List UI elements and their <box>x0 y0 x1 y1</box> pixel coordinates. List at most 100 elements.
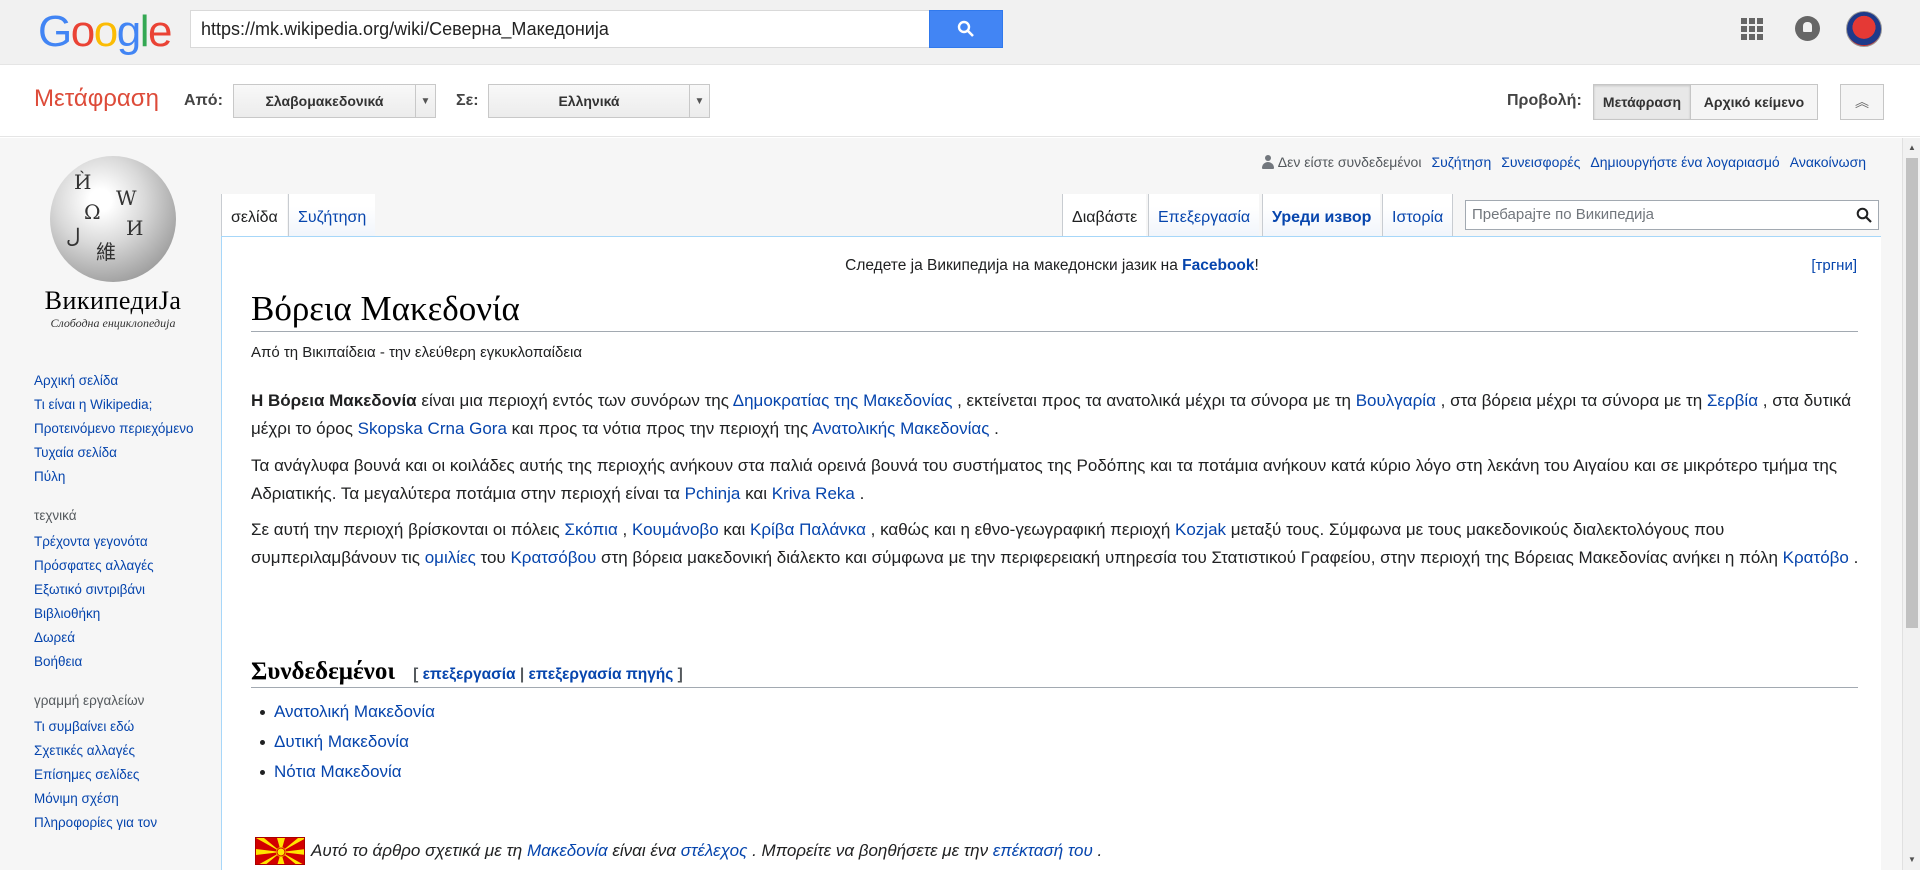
text: και <box>718 520 751 539</box>
paragraph-intro: Η Βόρεια Μακεδονία είναι μια περιοχή εντ… <box>251 387 1861 443</box>
tab-edit-source[interactable]: Уреди извор <box>1262 194 1381 236</box>
sidebar-item-about[interactable]: Τι είναι η Wikipedia; <box>34 396 204 414</box>
link-kriva-reka[interactable]: Kriva Reka <box>772 484 855 503</box>
sidebar-item-special-pages[interactable]: Επίσημες σελίδες <box>34 766 204 784</box>
sidebar-section-heading: γραμμή εργαλείων <box>34 693 145 708</box>
wiki-search-placeholder: Пребарајте по Википедија <box>1472 206 1655 223</box>
personal-contribs-link[interactable]: Συνεισφορές <box>1501 154 1580 170</box>
section-edit-source-link[interactable]: επεξεργασία πηγής <box>529 666 674 683</box>
text: . <box>1092 841 1103 860</box>
search-button[interactable] <box>929 10 1003 48</box>
sidebar-item-main-page[interactable]: Αρχική σελίδα <box>34 372 204 390</box>
from-label: Από: <box>184 92 223 109</box>
text: Σε αυτή την περιοχή βρίσκονται οι πόλεις <box>251 520 565 539</box>
link-east-macedonia-region[interactable]: Ανατολική Μακεδονία <box>274 702 435 721</box>
tab-page[interactable]: σελίδα <box>221 194 287 236</box>
link-republic[interactable]: Δημοκρατίας της Μακεδονίας <box>733 391 953 410</box>
sidebar-item-donate[interactable]: Δωρεά <box>34 629 204 647</box>
scrollbar-thumb[interactable] <box>1906 158 1918 628</box>
account-avatar[interactable] <box>1846 11 1882 47</box>
link-kriva-palanka[interactable]: Κρίβα Παλάνκα <box>750 520 866 539</box>
tab-edit[interactable]: Επεξεργασία <box>1148 194 1260 236</box>
link-kozjak[interactable]: Kozjak <box>1175 520 1226 539</box>
macedonia-flag-icon <box>255 837 305 865</box>
google-logo[interactable]: Google <box>38 8 172 56</box>
wiki-search-input[interactable]: Пребарајте по Википедија <box>1465 200 1879 230</box>
stub-text: Αυτό το άρθρο σχετικά με τη Μακεδονία εί… <box>311 841 1102 861</box>
facebook-link[interactable]: Facebook <box>1182 257 1254 274</box>
sidebar-item-current-events[interactable]: Τρέχοντα γεγονότα <box>34 533 204 551</box>
google-top-bar: Google https://mk.wikipedia.org/wiki/Сев… <box>0 0 1920 65</box>
view-translation-button[interactable]: Μετάφραση <box>1593 84 1691 120</box>
link-serbia[interactable]: Σερβία <box>1707 391 1758 410</box>
link-bulgaria[interactable]: Βουλγαρία <box>1356 391 1436 410</box>
wikipedia-logo[interactable]: Ѝ W Ω И 維 ل ВикипедиЈа Слободна енциклоп… <box>28 156 198 330</box>
site-notice: Следете ја Википедија на македонски јази… <box>222 257 1882 275</box>
text: , καθώς και η εθνο-γεωγραφική περιοχή <box>865 520 1176 539</box>
link-skopska-crna-gora[interactable]: Skopska Crna Gora <box>358 419 507 438</box>
sidebar-item-library[interactable]: Βιβλιοθήκη <box>34 605 204 623</box>
tab-history[interactable]: Ιστορία <box>1382 194 1454 236</box>
tab-talk[interactable]: Συζήτηση <box>288 194 376 236</box>
sidebar-item-random[interactable]: Τυχαία σελίδα <box>34 444 204 462</box>
to-language-value: Ελληνικά <box>558 93 620 109</box>
bracket-open: [ <box>413 666 423 683</box>
chevron-down-icon: ▼ <box>415 85 435 117</box>
link-stub[interactable]: στέλεχος <box>681 841 748 860</box>
text: . <box>989 419 999 438</box>
text: . <box>854 484 865 503</box>
link-pchinja[interactable]: Pchinja <box>685 484 741 503</box>
scroll-up-arrow-icon[interactable]: ▲ <box>1903 140 1920 156</box>
link-south-macedonia-region[interactable]: Νότια Μακεδονία <box>274 762 402 781</box>
site-notice-end: ! <box>1254 257 1259 274</box>
link-west-macedonia-region[interactable]: Δυτική Μακεδονία <box>274 732 409 751</box>
notifications-bell-icon[interactable] <box>1795 16 1820 41</box>
sidebar-item-page-info[interactable]: Πληροφορίες για τον <box>34 814 204 832</box>
sidebar: Αρχική σελίδα Τι είναι η Wikipedia; Προτ… <box>34 372 204 838</box>
link-kratovo[interactable]: Κρατόβο <box>1783 548 1849 567</box>
sidebar-item-related-changes[interactable]: Σχετικές αλλαγές <box>34 742 204 760</box>
hide-notice-link[interactable]: [тргни] <box>1811 257 1857 274</box>
link-east-macedonia[interactable]: Ανατολικής Μακεδονίας <box>812 419 989 438</box>
sidebar-item-portal[interactable]: Πύλη <box>34 468 204 486</box>
link-dialects[interactable]: ομιλίες <box>425 548 476 567</box>
sidebar-item-recent-changes[interactable]: Πρόσφατες αλλαγές <box>34 557 204 575</box>
link-macedonia[interactable]: Μακεδονία <box>527 841 608 860</box>
login-link[interactable]: Ανακοίνωση <box>1790 154 1866 170</box>
text: , στα βόρεια μέχρι τα σύνορα με τη <box>1435 391 1707 410</box>
page-scrollbar[interactable]: ▲ ▼ <box>1902 138 1920 870</box>
text: του <box>475 548 511 567</box>
tab-read[interactable]: Διαβάστε <box>1062 194 1147 236</box>
sidebar-item-featured[interactable]: Προτεινόμενο περιεχόμενο <box>34 420 204 438</box>
scroll-down-arrow-icon[interactable]: ▼ <box>1903 852 1920 868</box>
apps-grid-icon[interactable] <box>1741 18 1763 40</box>
view-label: Προβολή: <box>1507 92 1582 109</box>
related-list: Ανατολική Μακεδονία Δυτική Μακεδονία Νότ… <box>259 697 435 787</box>
site-notice-text: Следете ја Википедија на македонски јази… <box>845 257 1183 274</box>
bracket-close: ] <box>673 666 683 683</box>
to-language-select[interactable]: Ελληνικά ▼ <box>488 84 710 118</box>
chevron-down-icon: ▼ <box>689 85 709 117</box>
sidebar-item-fountain[interactable]: Εξωτικό σιντριβάνι <box>34 581 204 599</box>
link-expand[interactable]: επέκτασή του <box>993 841 1093 860</box>
personal-talk-link[interactable]: Συζήτηση <box>1431 154 1491 170</box>
collapse-chevron-up-icon[interactable]: ︽ <box>1840 84 1884 120</box>
from-language-select[interactable]: Σλαβομακεδονικά ▼ <box>233 84 436 118</box>
sidebar-item-permanent-link[interactable]: Μόνιμη σχέση <box>34 790 204 808</box>
create-account-link[interactable]: Δημιουργήστε ένα λογαριασμό <box>1590 154 1779 170</box>
link-kratovo-region[interactable]: Κρατσόβου <box>510 548 596 567</box>
link-kumanovo[interactable]: Κουμάνοβο <box>632 520 719 539</box>
site-sub: Από τη Βικιπαίδεια - την ελεύθερη εγκυκλ… <box>251 344 583 361</box>
sidebar-item-help[interactable]: Βοήθεια <box>34 653 204 671</box>
section-edit-link[interactable]: επεξεργασία <box>423 666 516 683</box>
search-icon[interactable] <box>1856 207 1872 223</box>
section-title: Συνδεδεμένοι <box>251 658 396 685</box>
text: Αυτό το άρθρο σχετικά με τη <box>311 841 527 860</box>
sidebar-item-what-links-here[interactable]: Τι συμβαίνει εδώ <box>34 718 204 736</box>
link-skopje[interactable]: Σκόπια <box>564 520 617 539</box>
url-input[interactable]: https://mk.wikipedia.org/wiki/Северна_Ма… <box>190 10 929 48</box>
sidebar-section-heading: τεχνικά <box>34 508 77 523</box>
paragraph-cities: Σε αυτή την περιοχή βρίσκονται οι πόλεις… <box>251 516 1861 572</box>
view-original-button[interactable]: Αρχικό κείμενο <box>1690 84 1818 120</box>
list-item: Ανατολική Μακεδονία <box>259 697 435 727</box>
